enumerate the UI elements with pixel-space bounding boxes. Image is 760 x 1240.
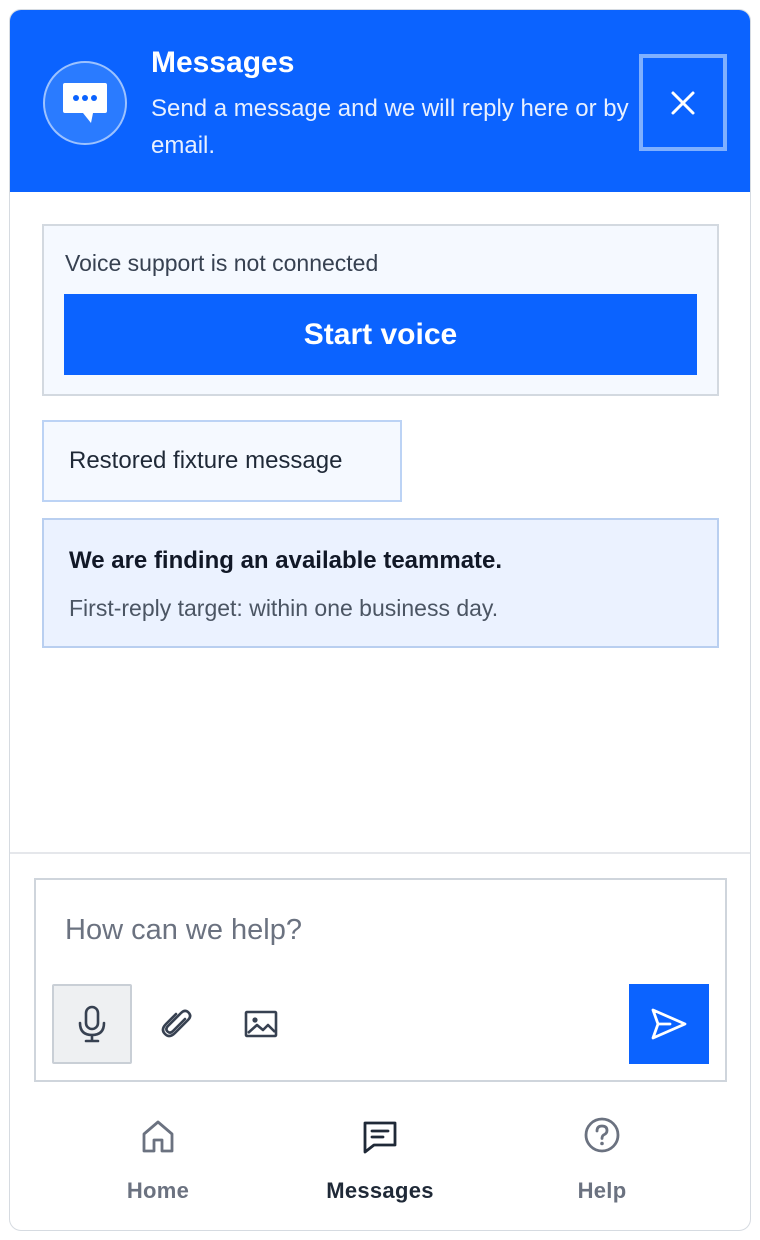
attach-file-button[interactable] xyxy=(137,984,217,1064)
close-icon xyxy=(671,91,695,114)
voice-status-text: Voice support is not connected xyxy=(65,250,379,276)
send-button[interactable] xyxy=(629,984,709,1064)
help-icon xyxy=(584,1117,620,1153)
nav-item-help[interactable]: Help xyxy=(517,1108,687,1208)
close-button[interactable] xyxy=(639,54,727,151)
message-bubble: Restored fixture message xyxy=(42,420,402,502)
image-icon xyxy=(244,1010,278,1038)
start-voice-button[interactable]: Start voice xyxy=(64,294,697,375)
header-subtitle: Send a message and we will reply here or… xyxy=(151,95,629,159)
microphone-button[interactable] xyxy=(52,984,132,1064)
bottom-navigation: Home Messages Help xyxy=(10,1108,750,1218)
composer-divider xyxy=(10,852,750,854)
voice-support-card: Voice support is not connected Start voi… xyxy=(42,224,719,396)
messages-icon xyxy=(363,1121,397,1154)
home-icon xyxy=(142,1120,174,1153)
notice-text: First-reply target: within one business … xyxy=(69,595,499,621)
notice-title: We are finding an available teammate. xyxy=(69,547,503,574)
nav-item-home[interactable]: Home xyxy=(73,1108,243,1208)
messenger-widget: Messages Send a message and we will repl… xyxy=(9,9,751,1231)
nav-label-messages: Messages xyxy=(326,1178,434,1203)
microphone-icon xyxy=(78,1005,106,1043)
nav-item-messages[interactable]: Messages xyxy=(295,1108,465,1208)
page-title: Messages xyxy=(151,46,295,79)
nav-label-home: Home xyxy=(126,1178,190,1203)
message-text: Restored fixture message xyxy=(69,447,343,474)
paperclip-icon xyxy=(161,1009,192,1038)
send-icon xyxy=(651,1008,687,1040)
message-input[interactable] xyxy=(56,898,706,962)
messenger-header: Messages Send a message and we will repl… xyxy=(10,10,750,192)
attach-image-button[interactable] xyxy=(221,984,301,1064)
teammate-notice: We are finding an available teammate. Fi… xyxy=(42,518,719,648)
message-composer xyxy=(34,878,727,1082)
nav-label-help: Help xyxy=(577,1178,627,1203)
chat-bubble-icon xyxy=(43,61,127,145)
